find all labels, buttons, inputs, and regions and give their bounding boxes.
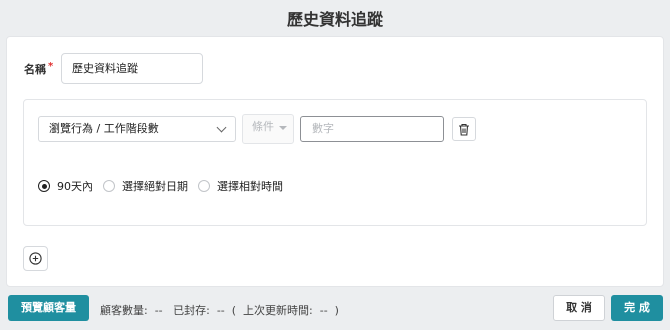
radio-label: 選擇相對時間 bbox=[217, 180, 283, 193]
condition-select[interactable]: 條件 bbox=[242, 114, 294, 144]
name-label-text: 名稱 bbox=[24, 63, 46, 76]
number-input[interactable]: 數字 bbox=[300, 116, 444, 142]
radio-label: 選擇絕對日期 bbox=[122, 180, 188, 193]
required-mark: * bbox=[48, 61, 54, 72]
radio-button[interactable] bbox=[103, 180, 115, 192]
chevron-down-icon bbox=[216, 122, 227, 133]
cancel-button[interactable]: 取 消 bbox=[553, 295, 605, 321]
preview-audience-button[interactable]: 預覽顧客量 bbox=[8, 295, 89, 321]
segment-editor-card: 名稱 * 歷史資料追蹤 瀏覽行為 / 工作階段數 條件 數字 90天內 選擇絕對日… bbox=[6, 36, 664, 287]
radio-absolute-date[interactable]: 選擇絕對日期 bbox=[103, 178, 188, 194]
caret-down-icon bbox=[279, 126, 287, 130]
radio-relative-time[interactable]: 選擇相對時間 bbox=[198, 178, 283, 194]
done-button[interactable]: 完 成 bbox=[611, 295, 663, 321]
name-label: 名稱 * bbox=[24, 61, 53, 77]
date-range-options: 90天內 選擇絕對日期 選擇相對時間 bbox=[38, 178, 293, 194]
condition-placeholder: 條件 bbox=[252, 120, 274, 133]
delete-rule-button[interactable] bbox=[452, 117, 476, 141]
radio-button[interactable] bbox=[198, 180, 210, 192]
trash-icon bbox=[459, 123, 469, 136]
radio-label: 90天內 bbox=[57, 180, 93, 193]
name-input[interactable]: 歷史資料追蹤 bbox=[61, 53, 203, 84]
rule-group: 瀏覽行為 / 工作階段數 條件 數字 90天內 選擇絕對日期 選擇相對時間 bbox=[23, 99, 647, 226]
plus-circle-icon bbox=[29, 252, 42, 265]
add-rule-button[interactable] bbox=[23, 246, 48, 271]
radio-button-selected[interactable] bbox=[38, 180, 50, 192]
audience-status: 顧客數量: -- 已封存: -- ( 上次更新時間: -- ) bbox=[100, 304, 339, 317]
page-title: 歷史資料追蹤 bbox=[286, 10, 383, 29]
behavior-select-value: 瀏覽行為 / 工作階段數 bbox=[49, 122, 159, 135]
radio-90-days[interactable]: 90天內 bbox=[38, 178, 93, 194]
behavior-select[interactable]: 瀏覽行為 / 工作階段數 bbox=[38, 116, 236, 142]
